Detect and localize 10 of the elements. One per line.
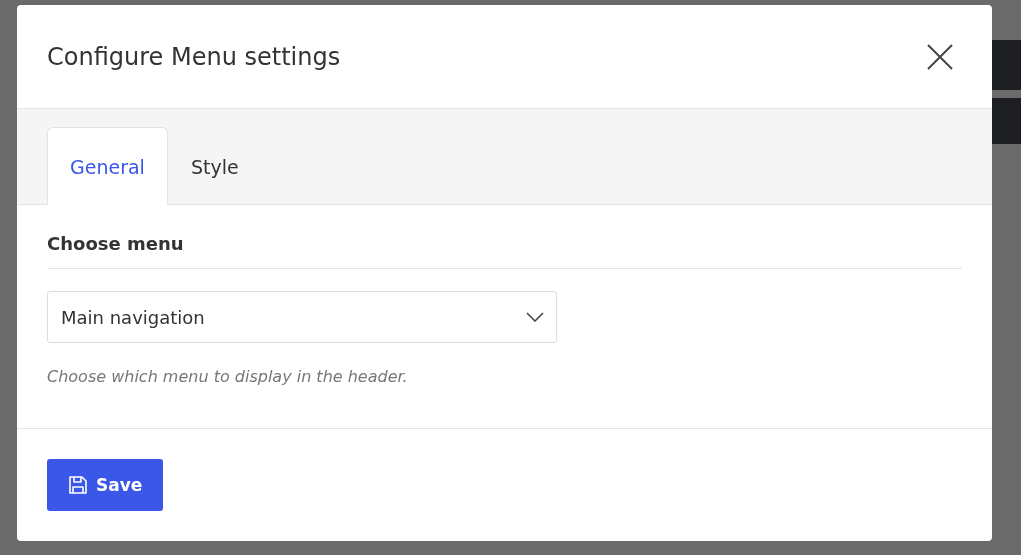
tab[interactable]: Style xyxy=(167,127,262,205)
dialog-title: Configure Menu settings xyxy=(47,42,341,71)
save-button[interactable]: Save xyxy=(47,459,164,511)
chevron-down-icon xyxy=(526,312,544,322)
section-heading: Choose menu xyxy=(47,233,962,269)
save-icon xyxy=(68,475,88,495)
tab[interactable]: General xyxy=(47,127,168,205)
close-icon[interactable] xyxy=(926,42,954,71)
menu-select[interactable]: Main navigation xyxy=(47,291,557,343)
help-text: Choose which menu to display in the header. xyxy=(47,367,409,386)
